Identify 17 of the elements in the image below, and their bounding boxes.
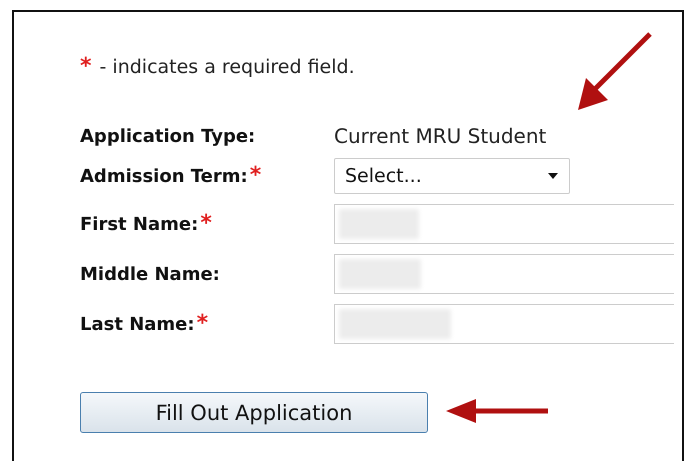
required-asterisk: * — [250, 165, 262, 187]
field-label: First Name: — [80, 214, 198, 234]
field-label: Application Type: — [80, 126, 256, 146]
application-type-value: Current MRU Student — [334, 124, 548, 148]
input-field[interactable] — [334, 254, 674, 294]
caret-icon — [547, 172, 559, 180]
field-label: Admission Term: — [80, 166, 248, 186]
required-asterisk: * — [80, 56, 92, 78]
required-asterisk: * — [200, 213, 212, 235]
term-dropdown[interactable]: Select... — [334, 158, 570, 194]
required-asterisk: * — [196, 313, 208, 335]
field-label: Middle Name: — [80, 264, 220, 284]
fill-out-application-button[interactable]: Fill Out Application — [80, 392, 428, 433]
required-note: - indicates a required field. — [100, 56, 355, 78]
input-field[interactable] — [334, 204, 674, 244]
input-field[interactable] — [334, 304, 674, 344]
field-label: Last Name: — [80, 314, 195, 334]
